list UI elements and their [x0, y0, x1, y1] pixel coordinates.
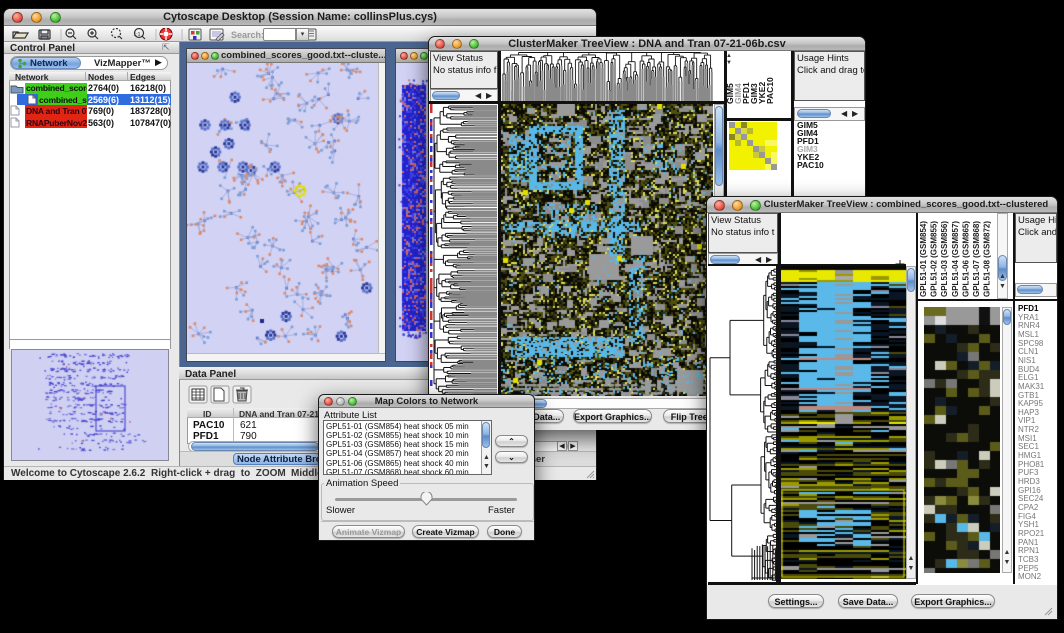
- svg-text:GPL51-01 (GSM854): GPL51-01 (GSM854): [919, 221, 928, 297]
- svg-text:1:1: 1:1: [134, 32, 141, 38]
- svg-text:GPL51-08 (GSM872): GPL51-08 (GSM872): [983, 221, 992, 297]
- svg-text:GPL51-02 (GSM855): GPL51-02 (GSM855): [930, 221, 939, 297]
- svg-text:GPL51-04 (GSM857): GPL51-04 (GSM857): [951, 221, 960, 297]
- svg-text:PAC10: PAC10: [765, 77, 775, 104]
- svg-text:GPL51-03 (GSM856): GPL51-03 (GSM856): [940, 221, 949, 297]
- svg-text:GPL51-06 (GSM865): GPL51-06 (GSM865): [961, 221, 970, 297]
- svg-text:GPL51-07 (GSM868): GPL51-07 (GSM868): [972, 221, 981, 297]
